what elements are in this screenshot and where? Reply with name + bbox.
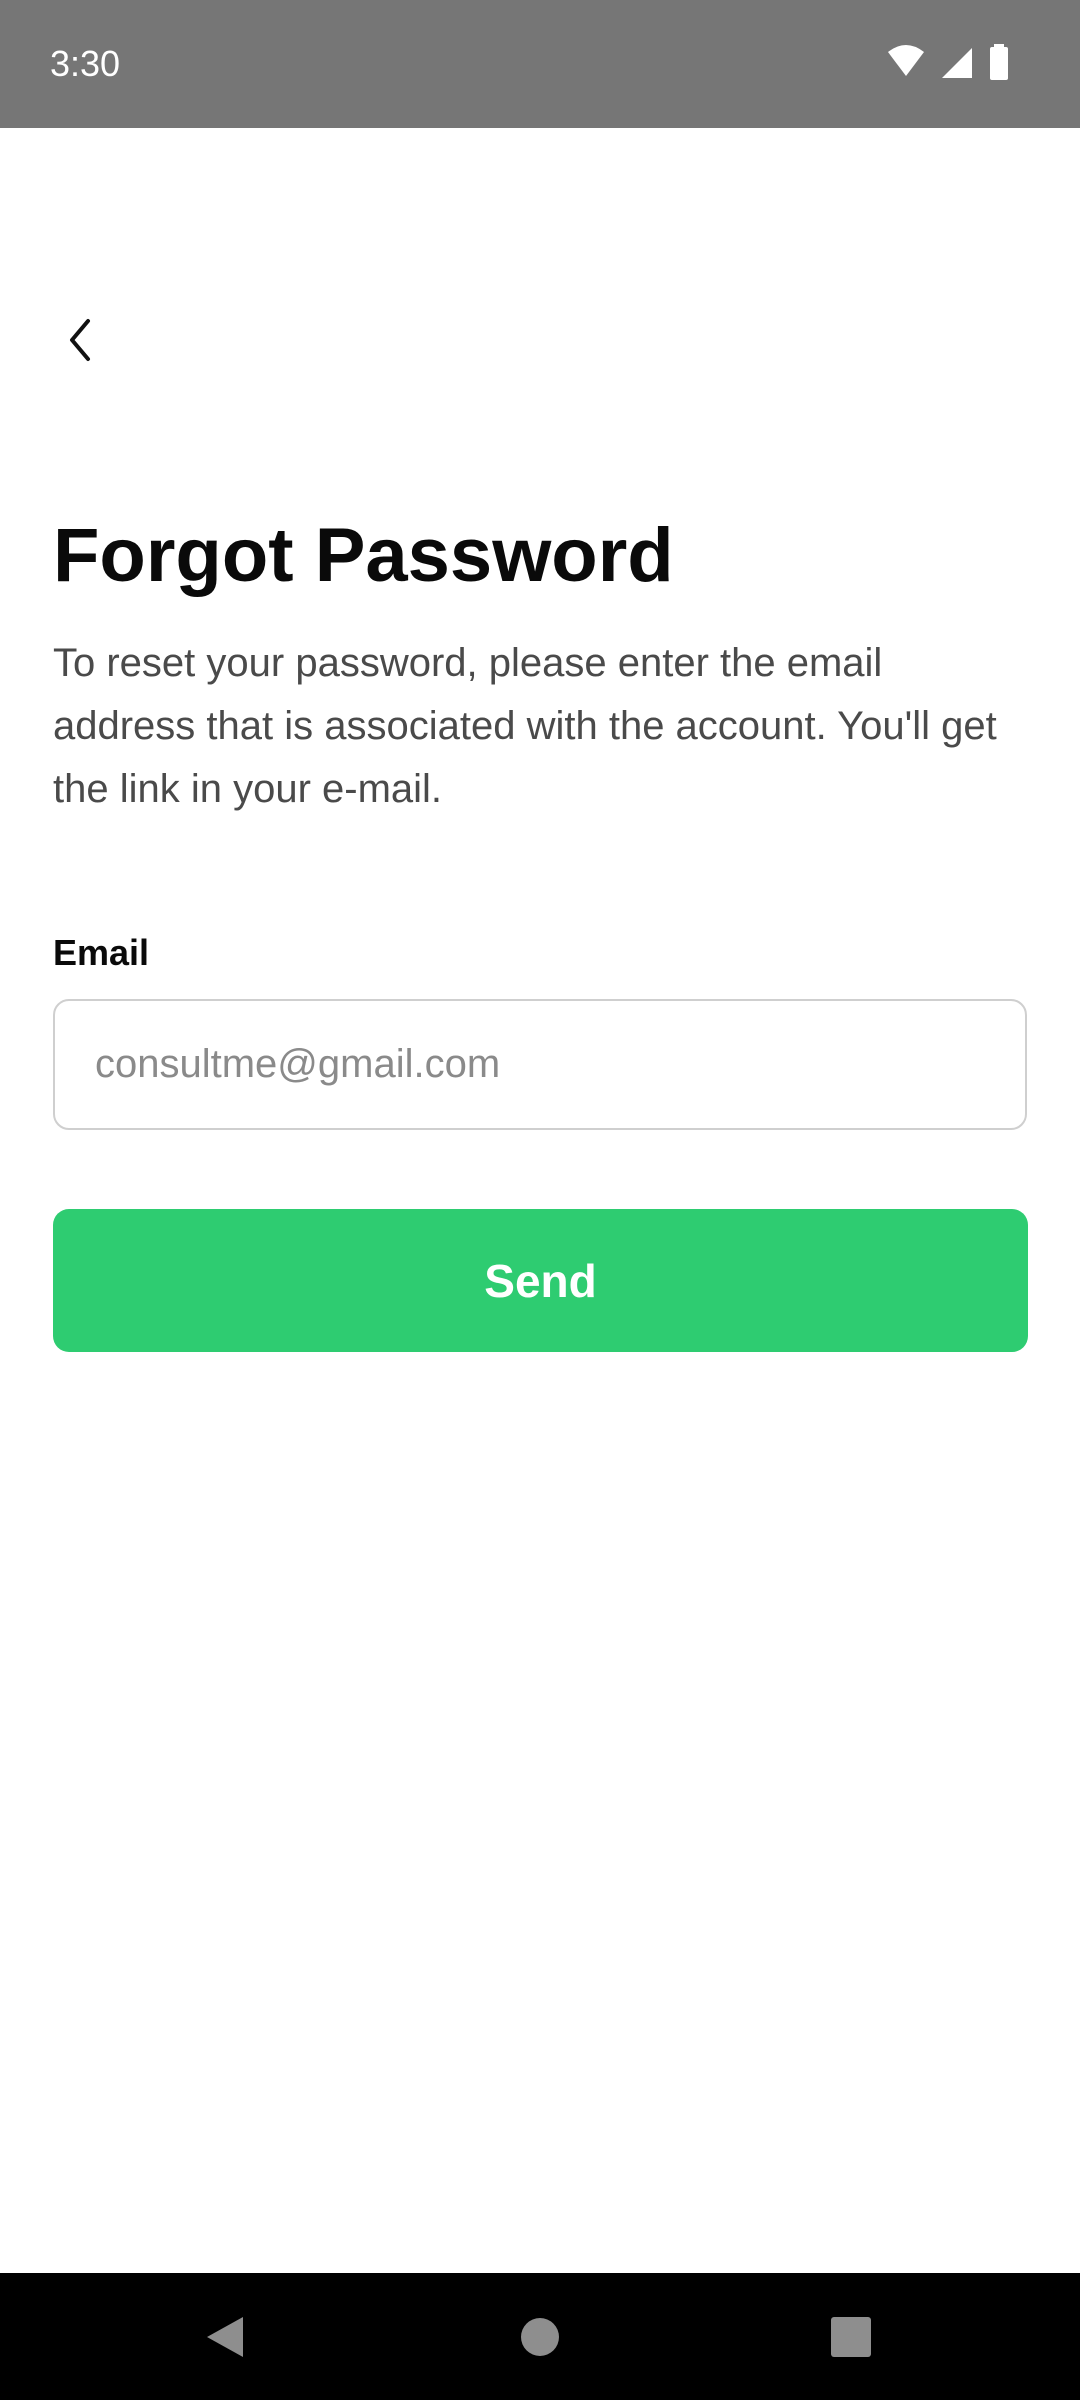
forgot-password-screen: 3:30 Forgot Password To reset your passw… xyxy=(0,0,1080,2400)
status-bar: 3:30 xyxy=(0,0,1080,128)
chevron-left-icon xyxy=(70,319,90,361)
nav-recents-button[interactable] xyxy=(791,2273,911,2400)
cellular-signal-icon xyxy=(940,42,974,82)
page-title: Forgot Password xyxy=(53,513,674,598)
status-icons xyxy=(886,42,1010,82)
email-label: Email xyxy=(53,932,150,973)
page-description: To reset your password, please enter the… xyxy=(53,641,997,811)
navigation-bar xyxy=(0,2273,1080,2400)
nav-recents-icon xyxy=(831,2316,871,2357)
nav-home-button[interactable] xyxy=(480,2273,600,2400)
battery-icon xyxy=(988,42,1010,82)
wifi-icon xyxy=(886,42,926,82)
send-button[interactable]: Send xyxy=(53,1209,1028,1352)
nav-home-icon xyxy=(521,2317,559,2356)
back-button[interactable] xyxy=(40,300,120,380)
email-field[interactable] xyxy=(53,999,1027,1130)
nav-back-button[interactable] xyxy=(165,2273,285,2400)
status-time: 3:30 xyxy=(50,43,121,84)
nav-back-icon xyxy=(207,2316,243,2357)
